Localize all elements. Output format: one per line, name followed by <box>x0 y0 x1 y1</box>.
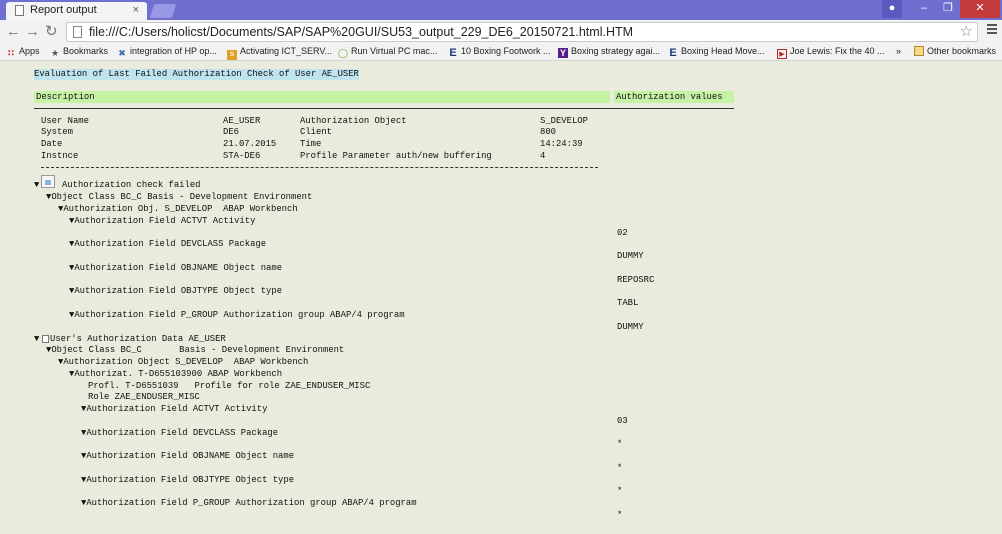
header-label: System <box>41 127 73 137</box>
tab-report-output[interactable]: Report output × <box>6 2 147 20</box>
column-auth-values: Authorization values <box>616 92 723 102</box>
bookmark-star-icon[interactable]: ☆ <box>960 23 973 41</box>
dashed-separator <box>41 167 598 168</box>
tree-node[interactable]: ▼Authorization Field DEVCLASS Package <box>69 239 266 250</box>
header-value: 800 <box>540 127 556 137</box>
tree-node[interactable]: ▼Authorization Field DEVCLASS Package <box>81 428 278 439</box>
header-value: S_DEVELOP <box>540 116 588 126</box>
header-value: AE_USER <box>223 116 261 126</box>
tree-node[interactable]: ▼Authorization Field ACTVT Activity <box>69 216 255 227</box>
bookmarks-bar: ∷ Apps ★ Bookmarks ✖ integration of HP op..… <box>0 44 1002 61</box>
report-title: Evaluation of Last Failed Authorization … <box>34 69 359 80</box>
auth-value: DUMMY <box>617 322 644 332</box>
tree-node[interactable]: ▼Authorization Field ACTVT Activity <box>81 404 267 415</box>
bookmark-apps[interactable]: ∷ Apps <box>6 44 40 60</box>
broken-image-icon <box>42 335 49 343</box>
auth-value: 02 <box>617 228 628 238</box>
auth-value: REPOSRC <box>617 275 655 285</box>
page-icon <box>15 5 24 16</box>
folder-icon <box>914 46 924 56</box>
header-label: Time <box>300 139 322 149</box>
user-icon[interactable]: ● <box>882 0 902 18</box>
bookmark-boxing-strategy[interactable]: Y Boxing strategy agai... <box>558 44 660 60</box>
star-icon: ★ <box>50 48 60 58</box>
header-label: Instnce <box>41 151 79 161</box>
bookmarks-overflow[interactable]: » <box>896 44 901 60</box>
close-window-icon[interactable]: ✕ <box>960 0 1000 18</box>
file-icon <box>73 26 82 38</box>
auth-value: * <box>617 486 623 496</box>
e-icon: E <box>669 47 677 59</box>
back-icon[interactable]: ← <box>6 23 21 41</box>
tree-node[interactable]: ▼Authorization Object S_DEVELOP ABAP Wor… <box>58 357 308 368</box>
header-value: 4 <box>540 151 546 161</box>
auth-value: 03 <box>617 416 628 426</box>
report-content: Evaluation of Last Failed Authorization … <box>0 61 1002 534</box>
auth-value: * <box>617 463 623 473</box>
yahoo-icon: Y <box>558 48 568 58</box>
header-label: Client <box>300 127 332 137</box>
new-tab-button[interactable] <box>149 4 177 18</box>
tree-node: Role ZAE_ENDUSER_MISC <box>88 392 200 402</box>
header-value: STA-DE6 <box>223 151 261 161</box>
tree-toggle[interactable]: ▼ <box>34 180 39 191</box>
video-icon: ▶ <box>777 49 787 59</box>
bookmark-hp[interactable]: ✖ integration of HP op... <box>117 44 217 60</box>
forward-icon[interactable]: → <box>25 23 40 41</box>
bookmark-boxing-head[interactable]: E Boxing Head Move... <box>668 44 764 60</box>
url-text[interactable]: file:///C:/Users/holicst/Documents/SAP/S… <box>89 23 633 41</box>
restore-icon[interactable]: ❐ <box>936 0 960 18</box>
bookmark-sap[interactable]: S Activating ICT_SERV... <box>227 44 332 60</box>
tree-node[interactable]: ▼Authorizat. T-D655103900 ABAP Workbench <box>69 369 282 380</box>
tab-strip: Report output × ● – ❐ ✕ <box>0 0 1002 20</box>
tree-node[interactable]: ▼Authorization Field OBJNAME Object name <box>69 263 282 274</box>
window-controls: ● – ❐ ✕ <box>882 0 1000 18</box>
auth-value: DUMMY <box>617 251 644 261</box>
bookmark-bookmarks[interactable]: ★ Bookmarks <box>50 44 108 60</box>
minimize-icon[interactable]: – <box>912 0 936 18</box>
tree-node[interactable]: ▼Authorization Obj. S_DEVELOP ABAP Workb… <box>58 204 298 215</box>
bookmark-other[interactable]: Other bookmarks <box>914 44 996 60</box>
reload-icon[interactable]: ↻ <box>45 23 58 41</box>
e-icon: E <box>449 47 457 59</box>
header-value: DE6 <box>223 127 239 137</box>
browser-toolbar: ← → ↻ file:///C:/Users/holicst/Documents… <box>0 20 1002 44</box>
tree-node-user-auth-data: User's Authorization Data AE_USER <box>50 334 226 344</box>
tree-node[interactable]: ▼Authorization Field P_GROUP Authorizati… <box>81 498 417 509</box>
chrome-menu-icon[interactable] <box>987 24 997 36</box>
auth-value: TABL <box>617 298 639 308</box>
header-label: Profile Parameter auth/new buffering <box>300 151 492 161</box>
tab-title: Report output <box>30 4 97 16</box>
tree-node[interactable]: ▼Object Class BC_C Basis - Development E… <box>46 192 312 203</box>
tree-node: Profl. T-D6551039 Profile for role ZAE_E… <box>88 381 371 391</box>
address-bar[interactable]: file:///C:/Users/holicst/Documents/SAP/S… <box>66 22 978 42</box>
column-description: Description <box>36 92 95 102</box>
bookmark-boxing-footwork[interactable]: E 10 Boxing Footwork ... <box>448 44 550 60</box>
tree-node[interactable]: ▼Object Class BC_C Basis - Development E… <box>46 345 344 356</box>
tab-close-icon[interactable]: × <box>133 2 139 19</box>
header-label: Date <box>41 139 63 149</box>
auth-value: * <box>617 510 623 520</box>
tree-node[interactable]: ▼Authorization Field P_GROUP Authorizati… <box>69 310 405 321</box>
tree-node[interactable]: ▼Authorization Field OBJNAME Object name <box>81 451 294 462</box>
description-header-bar <box>34 91 610 103</box>
header-rule <box>34 108 734 109</box>
header-label: User Name <box>41 116 89 126</box>
auth-value: * <box>617 439 623 449</box>
bookmark-joe-lewis[interactable]: ▶ Joe Lewis: Fix the 40 ... <box>777 44 885 60</box>
tree-node-check-failed: Authorization check failed <box>62 180 201 190</box>
tree-toggle[interactable]: ▼ <box>34 334 39 345</box>
header-label: Authorization Object <box>300 116 407 126</box>
tree-node[interactable]: ▼Authorization Field OBJTYPE Object type <box>81 475 294 486</box>
tree-node[interactable]: ▼Authorization Field OBJTYPE Object type <box>69 286 282 297</box>
bookmark-virtual-pc[interactable]: ◯ Run Virtual PC mac... <box>338 44 437 60</box>
sap-icon: S <box>227 50 237 60</box>
broken-image-icon <box>41 175 55 188</box>
header-value: 21.07.2015 <box>223 139 277 149</box>
header-value: 14:24:39 <box>540 139 583 149</box>
hp-icon: ✖ <box>118 48 126 58</box>
circle-icon: ◯ <box>338 48 349 58</box>
apps-grid-icon: ∷ <box>7 48 15 58</box>
